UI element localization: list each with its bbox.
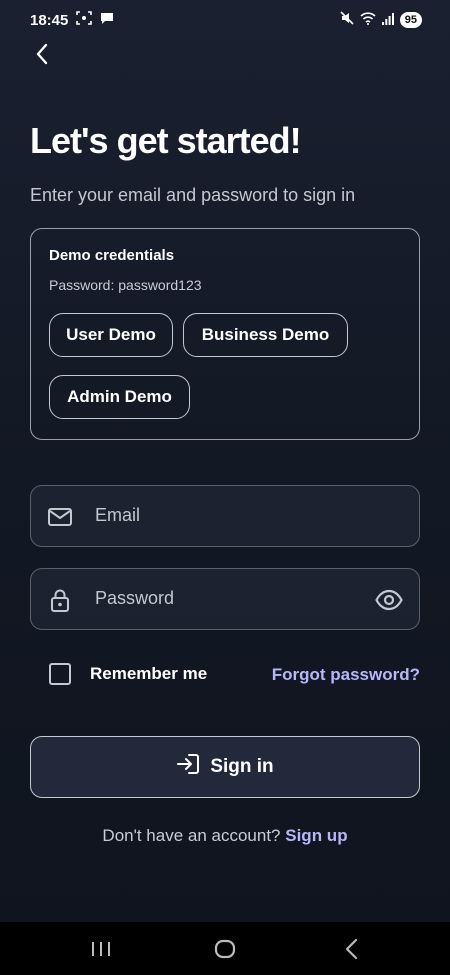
- email-placeholder: Email: [95, 505, 141, 525]
- wifi-icon: [360, 11, 376, 29]
- sign-in-button[interactable]: Sign in: [30, 736, 420, 798]
- screenshot-icon: [76, 11, 93, 29]
- email-field[interactable]: Email: [30, 485, 420, 547]
- back-arrow-icon: [35, 43, 49, 70]
- home-icon[interactable]: [210, 934, 240, 964]
- remember-me-label: Remember me: [90, 664, 208, 683]
- mail-icon: [47, 505, 73, 529]
- demo-credentials-title: Demo credentials: [49, 247, 175, 264]
- signup-row: Don't have an account? Sign up: [0, 826, 450, 846]
- status-left: 18:45: [30, 11, 114, 29]
- status-bar: 18:45 95: [0, 0, 450, 40]
- status-right: 95: [340, 11, 422, 29]
- business-demo-button[interactable]: Business Demo: [183, 313, 348, 357]
- page-title: Let's get started!: [30, 120, 302, 161]
- password-placeholder: Password: [95, 588, 175, 608]
- eye-icon[interactable]: [375, 587, 403, 613]
- signal-icon: [381, 12, 394, 29]
- user-demo-button[interactable]: User Demo: [49, 313, 173, 357]
- sign-in-label: Sign in: [210, 756, 274, 777]
- forgot-password-link[interactable]: Forgot password?: [272, 665, 420, 685]
- nav-back-icon[interactable]: [337, 934, 367, 964]
- login-icon: [176, 753, 200, 781]
- demo-credentials-card: Demo credentials Password: password123 U…: [30, 228, 420, 440]
- chat-icon: [100, 12, 114, 29]
- system-navigation-bar: [0, 922, 450, 975]
- remember-me-checkbox[interactable]: [49, 663, 71, 685]
- mute-icon: [340, 11, 354, 29]
- recent-apps-icon[interactable]: [86, 934, 116, 964]
- status-time: 18:45: [30, 11, 69, 29]
- password-field[interactable]: Password: [30, 568, 420, 630]
- admin-demo-button[interactable]: Admin Demo: [49, 375, 190, 419]
- signup-prompt: Don't have an account?: [102, 826, 281, 845]
- back-button[interactable]: [28, 42, 56, 70]
- battery-indicator: 95: [399, 12, 422, 28]
- demo-password-hint: Password: password123: [49, 277, 202, 293]
- lock-icon: [47, 588, 73, 612]
- sign-up-link[interactable]: Sign up: [285, 826, 347, 845]
- page-subtitle: Enter your email and password to sign in: [30, 185, 356, 205]
